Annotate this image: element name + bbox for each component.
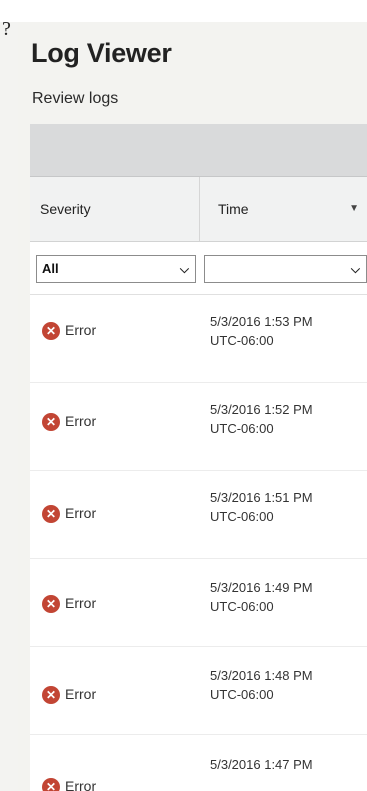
- column-header-severity-label: Severity: [40, 201, 91, 217]
- page-title: Log Viewer: [31, 38, 172, 68]
- time-cell: 5/3/2016 1:49 PM UTC-06:00: [210, 578, 313, 616]
- table-row[interactable]: ✕ Error 5/3/2016 1:48 PM UTC-06:00: [30, 647, 367, 735]
- severity-cell: Error: [65, 322, 97, 338]
- time-date: 5/3/2016 1:47 PM: [210, 757, 313, 772]
- severity-filter-dropdown[interactable]: All ⌵: [36, 255, 196, 283]
- question-mark-glyph: ?: [2, 18, 11, 40]
- severity-cell: Error: [65, 595, 97, 611]
- time-date: 5/3/2016 1:48 PM: [210, 668, 313, 683]
- time-zone: UTC-06:00: [210, 333, 274, 348]
- time-date: 5/3/2016 1:52 PM: [210, 402, 313, 417]
- log-viewer-panel: Log Viewer Review logs Severity Time ▼ A…: [18, 22, 367, 791]
- error-icon: ✕: [42, 505, 60, 523]
- time-filter-dropdown[interactable]: ⌵: [204, 255, 367, 283]
- chevron-down-icon: ⌵: [179, 262, 189, 276]
- column-header-time-label: Time: [218, 201, 249, 217]
- table-header-row: Severity Time ▼: [30, 177, 367, 242]
- column-header-time[interactable]: Time ▼: [200, 177, 367, 241]
- time-cell: 5/3/2016 1:48 PM UTC-06:00: [210, 666, 313, 704]
- page-subtitle: Review logs: [32, 90, 119, 107]
- table-row[interactable]: ✕ Error 5/3/2016 1:51 PM UTC-06:00: [30, 471, 367, 559]
- table-toolbar: [30, 124, 367, 177]
- table-row[interactable]: ✕ Error 5/3/2016 1:53 PM UTC-06:00: [30, 295, 367, 383]
- time-zone: UTC-06:00: [210, 421, 274, 436]
- time-zone: UTC-06:00: [210, 599, 274, 614]
- time-zone: UTC-06:00: [210, 687, 274, 702]
- severity-cell: Error: [65, 505, 97, 521]
- severity-cell: Error: [65, 686, 97, 702]
- column-header-severity[interactable]: Severity: [30, 177, 200, 241]
- top-strip: [0, 0, 367, 22]
- table-row[interactable]: ✕ Error 5/3/2016 1:49 PM UTC-06:00: [30, 559, 367, 647]
- time-cell: 5/3/2016 1:47 PM: [210, 755, 313, 774]
- chevron-down-icon: ⌵: [350, 262, 360, 276]
- time-date: 5/3/2016 1:49 PM: [210, 580, 313, 595]
- time-cell: 5/3/2016 1:53 PM UTC-06:00: [210, 312, 313, 350]
- sort-desc-icon[interactable]: ▼: [349, 177, 359, 241]
- table-row[interactable]: ✕ Error 5/3/2016 1:52 PM UTC-06:00: [30, 383, 367, 471]
- error-icon: ✕: [42, 413, 60, 431]
- error-icon: ✕: [42, 686, 60, 704]
- table-row[interactable]: ✕ Error 5/3/2016 1:47 PM: [30, 735, 367, 791]
- error-icon: ✕: [42, 595, 60, 613]
- time-date: 5/3/2016 1:53 PM: [210, 314, 313, 329]
- error-icon: ✕: [42, 322, 60, 340]
- time-cell: 5/3/2016 1:51 PM UTC-06:00: [210, 488, 313, 526]
- log-table: Severity Time ▼ All ⌵ ⌵ ✕ Error 5/3/2016…: [30, 124, 367, 791]
- severity-cell: Error: [65, 413, 97, 429]
- time-date: 5/3/2016 1:51 PM: [210, 490, 313, 505]
- time-cell: 5/3/2016 1:52 PM UTC-06:00: [210, 400, 313, 438]
- filter-row: All ⌵ ⌵: [30, 242, 367, 295]
- severity-cell: Error: [65, 778, 97, 791]
- severity-filter-value: All: [42, 261, 59, 276]
- time-zone: UTC-06:00: [210, 509, 274, 524]
- error-icon: ✕: [42, 778, 60, 791]
